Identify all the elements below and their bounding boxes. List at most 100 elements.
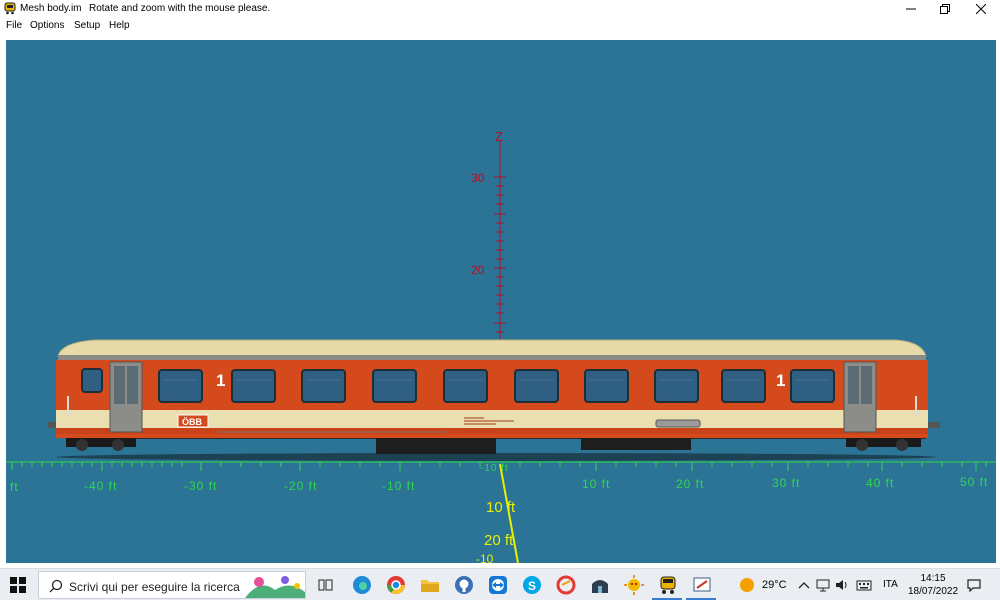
- app-icon: [4, 2, 16, 15]
- z-tick-20: 20: [471, 263, 485, 277]
- menu-options[interactable]: Options: [30, 20, 64, 31]
- window: [301, 369, 346, 403]
- close-button[interactable]: [963, 0, 999, 18]
- x-tick-label: -20 ft: [284, 479, 317, 493]
- task-view-icon: [318, 579, 333, 591]
- clock-date[interactable]: 18/07/2022: [902, 586, 964, 597]
- github-icon: [455, 576, 473, 594]
- teamviewer-button[interactable]: [486, 573, 510, 597]
- window: [372, 369, 417, 403]
- search-placeholder: Scrivi qui per eseguire la ricerca: [69, 580, 240, 594]
- notification-icon[interactable]: [966, 577, 982, 593]
- ccleaner-icon: [556, 575, 576, 595]
- search-highlight-illustration: [245, 576, 305, 598]
- small-window: [81, 368, 103, 393]
- y-tick-label: 10 ft: [486, 499, 516, 516]
- x-tick-label: 50 ft: [960, 475, 988, 489]
- x-tick-label: -10 ft: [382, 479, 415, 493]
- window: [158, 369, 203, 403]
- app-button-red[interactable]: [554, 573, 578, 597]
- editor-icon: [693, 577, 711, 592]
- window: [231, 369, 276, 403]
- title-bar: Mesh body.im Rotate and zoom with the mo…: [0, 0, 1000, 18]
- close-icon: [976, 4, 986, 14]
- weather-sun-icon[interactable]: [740, 578, 754, 592]
- vent-grille: [655, 419, 701, 428]
- train-icon: [660, 576, 676, 594]
- window: [584, 369, 629, 403]
- roof-gutter: [58, 355, 926, 360]
- x-tick-label: 40 ft: [866, 476, 894, 490]
- minimize-icon: [906, 8, 916, 10]
- x-tick-label: -10 ft: [480, 463, 509, 474]
- x-tick-label: 20 ft: [676, 477, 704, 491]
- skype-icon: S: [523, 576, 541, 594]
- x-tick-label: -30 ft: [184, 479, 217, 493]
- window: [514, 369, 559, 403]
- y-tick-label: 20 ft: [484, 532, 514, 549]
- chrome-icon: [387, 576, 405, 595]
- station-icon: [592, 580, 608, 593]
- scene: Z 30 20 ft -40 ft -30 ft -20 ft -10 ft -…: [6, 129, 996, 563]
- folder-icon: [421, 580, 439, 592]
- class-number-right: 1: [776, 371, 785, 390]
- x-tick-label: 30 ft: [772, 476, 800, 490]
- restore-icon: [940, 4, 950, 14]
- mesh-viewer-taskbar-button[interactable]: [656, 573, 680, 597]
- weather-temperature[interactable]: 29°C: [762, 579, 787, 591]
- window: [790, 369, 835, 403]
- search-box[interactable]: Scrivi qui per eseguire la ricerca: [38, 571, 306, 599]
- svg-text:S: S: [528, 579, 536, 593]
- z-tick-30: 30: [471, 171, 485, 185]
- clock-time[interactable]: 14:15: [918, 573, 948, 584]
- lower-stripe: [56, 428, 928, 434]
- edge-button[interactable]: [350, 573, 374, 597]
- skype-button[interactable]: S: [520, 573, 544, 597]
- window: [721, 369, 766, 403]
- chrome-button[interactable]: [384, 573, 408, 597]
- search-icon: [49, 579, 63, 593]
- keyboard-icon[interactable]: [856, 577, 872, 593]
- z-axis-label: Z: [495, 129, 503, 144]
- menu-file[interactable]: File: [6, 20, 22, 31]
- file-explorer-button[interactable]: [418, 573, 442, 597]
- obb-logo: ÖBB: [182, 417, 203, 427]
- window: [654, 369, 699, 403]
- sun-face-icon: [624, 575, 644, 595]
- y-axis: 10 ft 20 ft -10: [476, 463, 519, 563]
- app-button-dark[interactable]: [588, 573, 612, 597]
- app-button-editor[interactable]: [690, 573, 714, 597]
- window: [443, 369, 488, 403]
- buffer-right: [928, 422, 940, 428]
- language-indicator[interactable]: ITA: [883, 579, 898, 590]
- restore-button[interactable]: [927, 0, 963, 18]
- network-icon[interactable]: [815, 577, 831, 593]
- taskbar: Scrivi qui per eseguire la ricerca S 29°…: [0, 568, 1000, 600]
- x-tick-label: 0 ft: [6, 480, 19, 494]
- x-tick-label: -40 ft: [84, 479, 117, 493]
- menu-help[interactable]: Help: [109, 20, 130, 31]
- minimize-button[interactable]: [893, 0, 929, 18]
- window-message: Rotate and zoom with the mouse please.: [89, 3, 271, 14]
- menu-setup[interactable]: Setup: [74, 20, 100, 31]
- z-axis: Z 30 20: [471, 129, 506, 340]
- railway-carriage-model: 1 1 ÖBB: [48, 339, 940, 454]
- equipment-box: [581, 436, 691, 450]
- chevron-up-icon[interactable]: [796, 577, 812, 593]
- teamviewer-icon: [489, 576, 507, 594]
- github-button[interactable]: [452, 573, 476, 597]
- roof: [57, 339, 927, 357]
- app-button-sun[interactable]: [622, 573, 646, 597]
- equipment-box: [376, 436, 496, 454]
- task-view-button[interactable]: [314, 573, 338, 597]
- 3d-viewport[interactable]: Z 30 20 ft -40 ft -30 ft -20 ft -10 ft -…: [6, 40, 996, 563]
- model-shadow: [56, 453, 936, 461]
- y-tick-label: -10: [476, 552, 494, 563]
- start-button[interactable]: [8, 575, 28, 595]
- menu-bar: File Options Setup Help: [0, 18, 1000, 34]
- window-title: Mesh body.im: [20, 3, 82, 14]
- x-tick-label: 10 ft: [582, 477, 610, 491]
- volume-icon[interactable]: [834, 577, 850, 593]
- class-number-left: 1: [216, 371, 225, 390]
- edge-icon: [353, 576, 371, 594]
